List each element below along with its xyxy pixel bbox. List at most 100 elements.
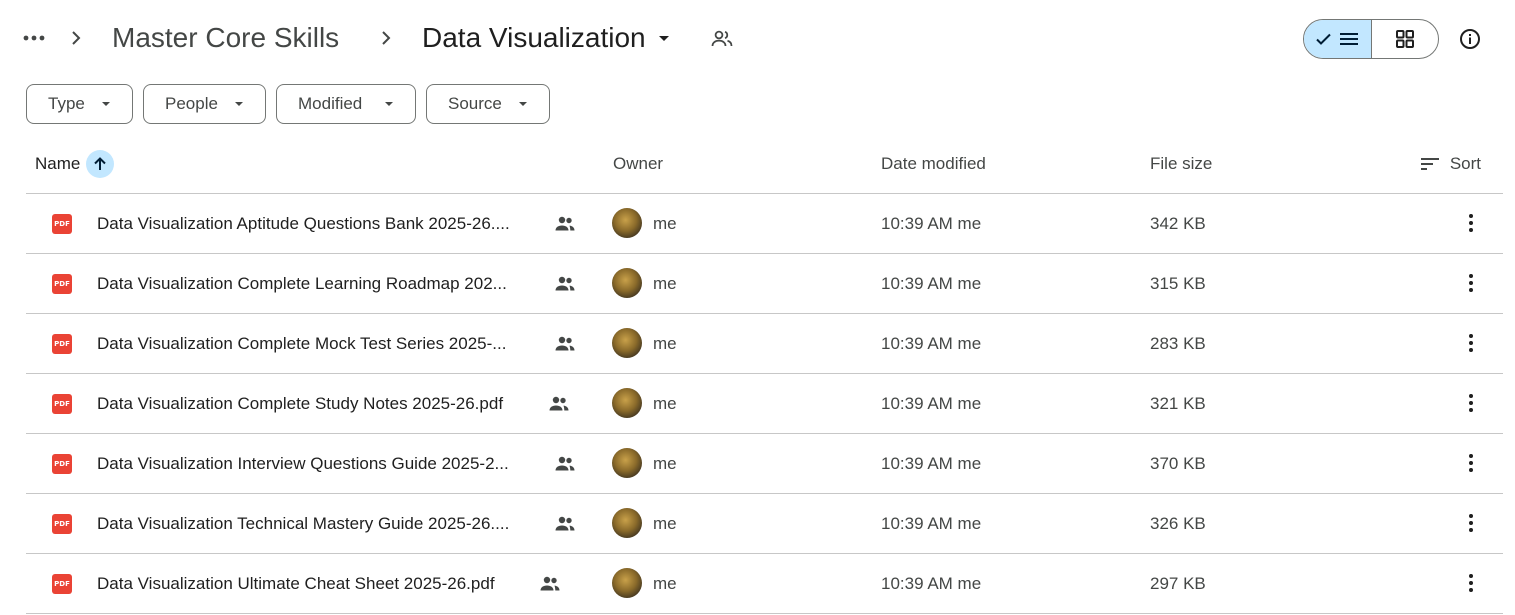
pdf-icon: PDF xyxy=(52,574,72,594)
header: Master Core Skills Data Visualization xyxy=(0,0,1515,76)
file-name: Data Visualization Aptitude Questions Ba… xyxy=(97,214,510,233)
shared-people-icon xyxy=(554,273,576,295)
shared-people-icon xyxy=(539,573,561,595)
chevron-right-icon xyxy=(64,26,88,50)
pdf-icon: PDF xyxy=(52,334,72,354)
owner-avatar xyxy=(612,388,642,418)
column-header-name[interactable]: Name xyxy=(35,144,115,184)
more-vert-icon xyxy=(1469,514,1473,532)
filter-chip-label: Type xyxy=(48,94,85,113)
file-name: Data Visualization Complete Mock Test Se… xyxy=(97,334,507,353)
sort-direction-button[interactable] xyxy=(86,150,115,178)
shared-people-icon xyxy=(554,453,576,475)
owner-avatar xyxy=(612,508,642,538)
owner-avatar xyxy=(612,568,642,598)
pdf-icon: PDF xyxy=(52,514,72,534)
file-owner: me xyxy=(653,514,677,533)
chevron-right-icon xyxy=(374,26,398,50)
more-vert-icon xyxy=(1469,394,1473,412)
pdf-icon: PDF xyxy=(52,214,72,234)
view-toggle xyxy=(1303,19,1439,59)
more-horiz-icon xyxy=(23,35,45,41)
file-list: PDF Data Visualization Aptitude Question… xyxy=(26,194,1503,614)
more-vert-icon xyxy=(1469,454,1473,472)
arrow-up-icon xyxy=(94,157,107,170)
table-header: Name Owner Date modified File size Sort xyxy=(26,144,1503,194)
more-actions-button[interactable] xyxy=(1456,328,1486,358)
file-size: 315 KB xyxy=(1150,274,1206,293)
owner-avatar xyxy=(612,268,642,298)
file-date-modified: 10:39 AM me xyxy=(881,334,982,353)
caret-down-icon xyxy=(379,94,399,114)
more-actions-button[interactable] xyxy=(1456,448,1486,478)
file-name: Data Visualization Interview Questions G… xyxy=(97,454,509,473)
file-row[interactable]: PDF Data Visualization Aptitude Question… xyxy=(26,194,1503,254)
more-actions-button[interactable] xyxy=(1456,208,1486,238)
more-actions-button[interactable] xyxy=(1456,268,1486,298)
details-info-button[interactable] xyxy=(1454,23,1486,55)
more-vert-icon xyxy=(1469,274,1473,292)
owner-avatar xyxy=(612,328,642,358)
filter-modified-chip[interactable]: Modified xyxy=(276,84,416,124)
sort-icon xyxy=(1420,158,1439,170)
pdf-icon: PDF xyxy=(52,394,72,414)
column-header-file-size[interactable]: File size xyxy=(1150,144,1212,184)
pdf-icon: PDF xyxy=(52,274,72,294)
check-icon xyxy=(1316,33,1331,45)
file-row[interactable]: PDF Data Visualization Complete Learning… xyxy=(26,254,1503,314)
owner-avatar xyxy=(612,448,642,478)
shared-people-icon xyxy=(554,513,576,535)
caret-down-icon xyxy=(513,94,533,114)
sort-button[interactable]: Sort xyxy=(1420,144,1481,184)
file-size: 297 KB xyxy=(1150,574,1206,593)
pdf-icon: PDF xyxy=(52,454,72,474)
breadcrumb-current-label: Data Visualization xyxy=(422,22,646,53)
file-row[interactable]: PDF Data Visualization Complete Study No… xyxy=(26,374,1503,434)
filter-source-chip[interactable]: Source xyxy=(426,84,550,124)
breadcrumb-current-folder[interactable]: Data Visualization xyxy=(422,18,676,58)
caret-down-icon xyxy=(96,94,116,114)
file-row[interactable]: PDF Data Visualization Technical Mastery… xyxy=(26,494,1503,554)
shared-people-icon xyxy=(554,213,576,235)
file-row[interactable]: PDF Data Visualization Ultimate Cheat Sh… xyxy=(26,554,1503,614)
file-name: Data Visualization Ultimate Cheat Sheet … xyxy=(97,574,495,593)
more-actions-button[interactable] xyxy=(1456,388,1486,418)
file-size: 321 KB xyxy=(1150,394,1206,413)
filter-type-chip[interactable]: Type xyxy=(26,84,133,124)
more-actions-button[interactable] xyxy=(1456,508,1486,538)
file-owner: me xyxy=(653,394,677,413)
file-owner: me xyxy=(653,274,677,293)
more-actions-button[interactable] xyxy=(1456,568,1486,598)
file-name: Data Visualization Complete Learning Roa… xyxy=(97,274,507,293)
file-size: 370 KB xyxy=(1150,454,1206,473)
file-date-modified: 10:39 AM me xyxy=(881,274,982,293)
more-vert-icon xyxy=(1469,574,1473,592)
shared-folder-icon[interactable] xyxy=(710,27,734,51)
file-date-modified: 10:39 AM me xyxy=(881,214,982,233)
shared-people-icon xyxy=(548,393,570,415)
column-header-date-modified[interactable]: Date modified xyxy=(881,144,986,184)
breadcrumb-parent[interactable]: Master Core Skills xyxy=(112,18,339,58)
list-view-button[interactable] xyxy=(1304,20,1372,58)
owner-avatar xyxy=(612,208,642,238)
caret-down-icon xyxy=(658,36,669,41)
file-owner: me xyxy=(653,454,677,473)
file-row[interactable]: PDF Data Visualization Complete Mock Tes… xyxy=(26,314,1503,374)
shared-people-icon xyxy=(554,333,576,355)
filter-people-chip[interactable]: People xyxy=(143,84,266,124)
file-owner: me xyxy=(653,214,677,233)
grid-view-button[interactable] xyxy=(1372,20,1439,58)
file-size: 342 KB xyxy=(1150,214,1206,233)
file-row[interactable]: PDF Data Visualization Interview Questio… xyxy=(26,434,1503,494)
caret-down-icon xyxy=(229,94,249,114)
more-vert-icon xyxy=(1469,214,1473,232)
filter-chip-label: People xyxy=(165,94,218,113)
filter-chip-label: Source xyxy=(448,94,502,113)
breadcrumb-more-button[interactable] xyxy=(18,22,50,54)
column-header-name-label: Name xyxy=(35,154,81,173)
file-owner: me xyxy=(653,334,677,353)
filter-chip-label: Modified xyxy=(298,94,363,113)
grid-icon xyxy=(1395,30,1414,48)
sort-button-label: Sort xyxy=(1449,154,1481,173)
file-date-modified: 10:39 AM me xyxy=(881,514,982,533)
